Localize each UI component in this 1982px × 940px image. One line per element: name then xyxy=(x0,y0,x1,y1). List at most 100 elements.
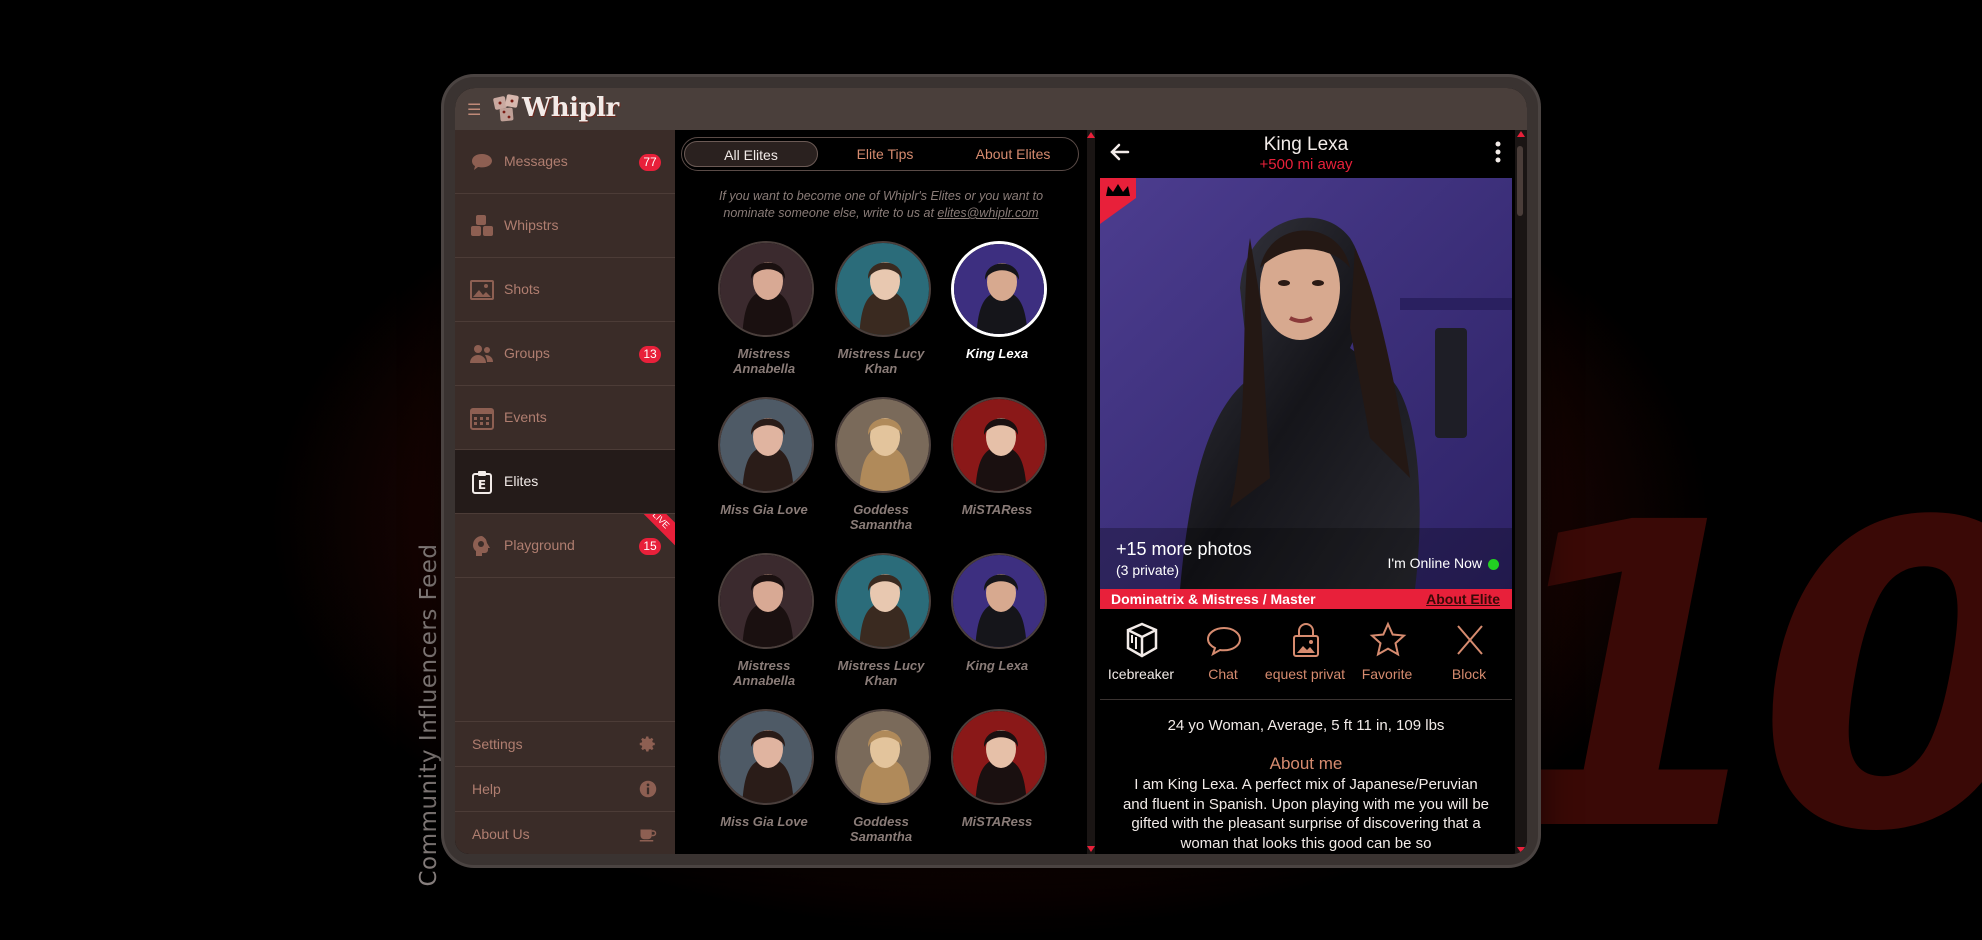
profile-photo[interactable]: +15 more photos (3 private) I'm Online N… xyxy=(1100,178,1512,589)
favorite-button[interactable]: Favorite xyxy=(1346,620,1428,690)
elite-card[interactable]: Goddess Samantha xyxy=(823,709,939,854)
elites-scrollbar[interactable] xyxy=(1087,130,1095,854)
hamburger-menu-icon[interactable]: ☰ xyxy=(467,100,481,120)
sidebar-item-shots[interactable]: Shots xyxy=(455,258,675,322)
elite-card[interactable]: Goddess Samantha xyxy=(823,397,939,547)
sidebar-item-label: Playground xyxy=(504,537,575,553)
chat-button[interactable]: Chat xyxy=(1182,620,1264,690)
scroll-up-icon[interactable] xyxy=(1517,131,1525,137)
about-us-link[interactable]: About Us xyxy=(455,812,675,854)
action-label: Icebreaker xyxy=(1107,666,1175,682)
star-icon xyxy=(1369,621,1407,657)
more-photos-count[interactable]: +15 more photos xyxy=(1116,539,1252,560)
sidebar-item-messages[interactable]: Messages 77 xyxy=(455,130,675,194)
help-link[interactable]: Help xyxy=(455,767,675,811)
elite-avatar xyxy=(951,397,1047,493)
elite-card[interactable]: Mistress Lucy Khan xyxy=(823,553,939,703)
sidebar-item-label: Events xyxy=(504,409,547,425)
profile-roles: Dominatrix & Mistress / Master xyxy=(1111,591,1316,607)
profile-distance: +500 mi away xyxy=(1259,156,1353,173)
elite-avatar xyxy=(835,397,931,493)
live-ribbon-label: LIVE xyxy=(639,514,675,547)
profile-name: King Lexa xyxy=(1263,134,1349,155)
ice-cube-icon xyxy=(1126,622,1158,658)
sidebar-item-label: Elites xyxy=(504,473,539,489)
elite-card[interactable]: King Lexa xyxy=(939,553,1055,703)
about-elite-link[interactable]: About Elite xyxy=(1426,591,1500,607)
profile-panel: King Lexa +500 mi away +15 more photos (… xyxy=(1100,130,1512,854)
calendar-icon xyxy=(470,408,494,430)
elite-card[interactable]: Miss Gia Love xyxy=(706,397,822,547)
coffee-cup-icon xyxy=(639,829,657,842)
tab-about-elites[interactable]: About Elites xyxy=(948,141,1078,167)
scroll-thumb[interactable] xyxy=(1517,146,1523,216)
sidebar-item-label: Shots xyxy=(504,281,540,297)
elite-name: MiSTARess xyxy=(961,814,1033,829)
sidebar-item-events[interactable]: Events xyxy=(455,386,675,450)
elite-card[interactable]: Mistress Annabella xyxy=(706,553,822,703)
elite-name: King Lexa xyxy=(965,346,1029,361)
count-badge: 13 xyxy=(639,346,661,363)
sidebar: Messages 77 Whipstrs Shots Groups 13 Eve… xyxy=(455,130,675,854)
divider xyxy=(1100,699,1512,700)
settings-link[interactable]: Settings xyxy=(455,722,675,766)
icebreaker-button[interactable]: Icebreaker xyxy=(1100,620,1182,690)
dice-logo-icon xyxy=(493,94,519,122)
more-options-icon[interactable] xyxy=(1494,140,1502,164)
elite-avatar xyxy=(718,241,814,337)
elites-email-link[interactable]: elites@whiplr.com xyxy=(937,206,1038,220)
elite-card[interactable]: Miss Gia Love xyxy=(706,709,822,854)
app-name: Whiplr xyxy=(522,93,619,123)
svg-text:E: E xyxy=(478,478,486,492)
elite-name: Miss Gia Love xyxy=(720,814,808,829)
block-button[interactable]: Block xyxy=(1428,620,1510,690)
elite-avatar xyxy=(951,553,1047,649)
tab-elite-tips[interactable]: Elite Tips xyxy=(822,141,948,167)
backdrop-number: 10 xyxy=(1485,435,1982,924)
top-bar: ☰ Whiplr xyxy=(455,88,1527,130)
chat-bubble-icon xyxy=(1206,626,1242,657)
elites-panel: All Elites Elite Tips About Elites If yo… xyxy=(676,130,1085,854)
online-status: I'm Online Now xyxy=(1387,555,1482,571)
elite-card[interactable]: Mistress Annabella xyxy=(706,241,822,391)
elite-avatar xyxy=(718,709,814,805)
elite-name: King Lexa xyxy=(965,658,1029,673)
tab-all-elites[interactable]: All Elites xyxy=(684,141,818,167)
action-label: Chat xyxy=(1208,666,1238,682)
elite-avatar xyxy=(718,397,814,493)
people-icon xyxy=(470,345,493,363)
speech-bubble-icon xyxy=(472,154,492,170)
lock-photo-icon xyxy=(1293,623,1319,657)
elite-name: Mistress Annabella xyxy=(732,346,796,376)
elite-name: Mistress Lucy Khan xyxy=(837,658,925,688)
online-dot-icon xyxy=(1488,559,1499,570)
dice-icon xyxy=(471,215,493,236)
playground-icon xyxy=(473,536,490,556)
sidebar-item-whipstrs[interactable]: Whipstrs xyxy=(455,194,675,258)
live-ribbon: LIVE xyxy=(639,514,675,550)
scroll-down-icon[interactable] xyxy=(1517,847,1525,853)
scroll-up-icon[interactable] xyxy=(1087,132,1095,138)
elite-card[interactable]: MiSTARess xyxy=(939,709,1055,854)
elite-card[interactable]: King Lexa xyxy=(939,241,1055,391)
sidebar-item-groups[interactable]: Groups 13 xyxy=(455,322,675,386)
elite-name: Mistress Annabella xyxy=(732,658,796,688)
sidebar-item-label: Messages xyxy=(504,153,568,169)
request-private-button[interactable]: equest privat xyxy=(1264,620,1346,690)
sidebar-item-elites[interactable]: E Elites xyxy=(455,450,675,514)
sidebar-item-playground[interactable]: Playground 15 LIVE xyxy=(455,514,675,578)
crown-icon xyxy=(1100,178,1136,224)
elite-card[interactable]: MiSTARess xyxy=(939,397,1055,547)
elite-avatar xyxy=(835,709,931,805)
elite-avatar xyxy=(835,553,931,649)
action-label: equest privat xyxy=(1264,666,1346,682)
image-icon xyxy=(470,280,494,300)
profile-scrollbar[interactable] xyxy=(1515,130,1527,854)
elite-avatar xyxy=(951,241,1047,337)
about-me-text: I am King Lexa. A perfect mix of Japanes… xyxy=(1122,776,1490,852)
profile-stats: 24 yo Woman, Average, 5 ft 11 in, 109 lb… xyxy=(1167,717,1445,734)
elite-card[interactable]: Mistress Lucy Khan xyxy=(823,241,939,391)
app-logo[interactable]: Whiplr xyxy=(492,91,619,127)
scroll-down-icon[interactable] xyxy=(1087,846,1095,852)
elite-name: MiSTARess xyxy=(961,502,1033,517)
